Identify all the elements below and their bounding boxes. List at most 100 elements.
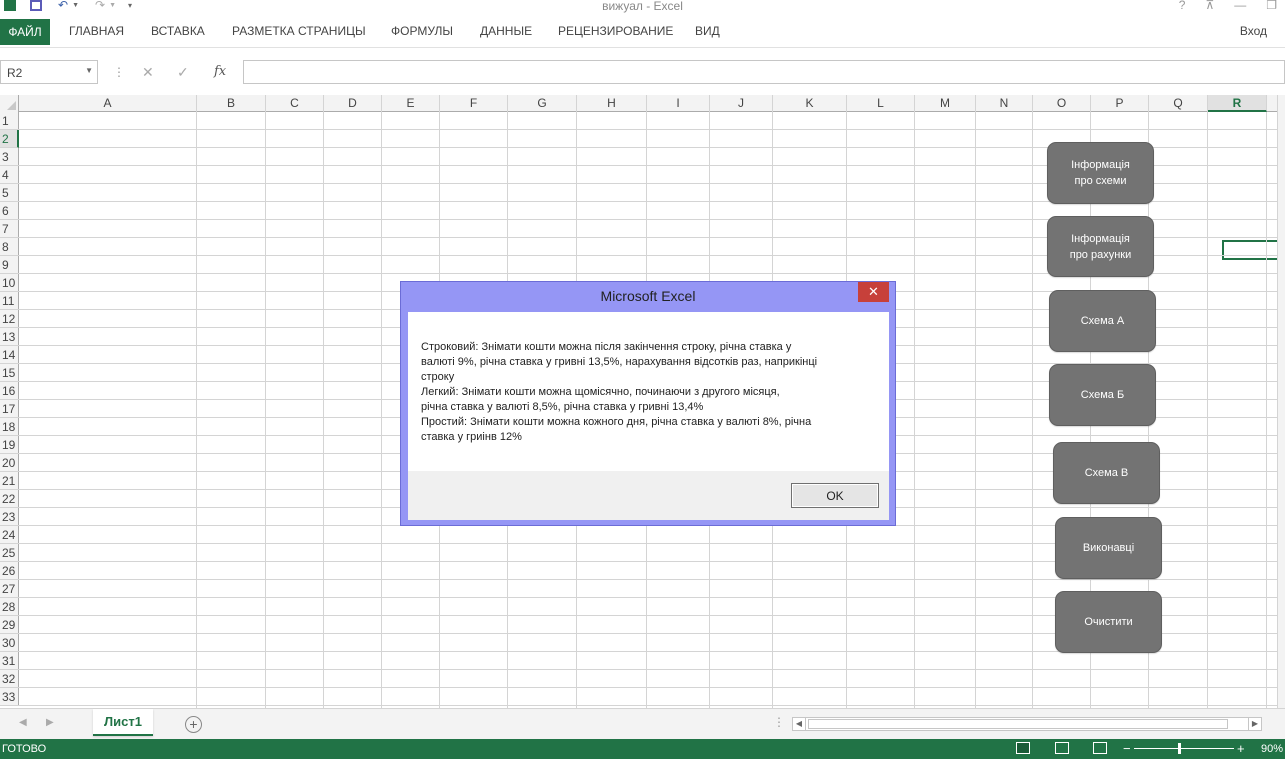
scheme-v-button[interactable]: Схема В bbox=[1053, 442, 1160, 504]
column-header[interactable]: F bbox=[440, 95, 508, 112]
row-header[interactable]: 5 bbox=[0, 184, 19, 202]
add-sheet-icon[interactable]: + bbox=[185, 716, 202, 733]
row-header[interactable]: 17 bbox=[0, 400, 19, 418]
tab-review[interactable]: РЕЦЕНЗИРОВАНИЕ bbox=[558, 24, 673, 38]
row-header[interactable]: 4 bbox=[0, 166, 19, 184]
page-layout-view-icon[interactable] bbox=[1055, 742, 1069, 754]
minimize-icon[interactable]: — bbox=[1234, 0, 1246, 12]
zoom-slider-track[interactable] bbox=[1134, 748, 1234, 749]
row-header[interactable]: 7 bbox=[0, 220, 19, 238]
column-header[interactable]: M bbox=[915, 95, 976, 112]
scroll-left-icon[interactable]: ◀ bbox=[793, 718, 806, 730]
row-header[interactable]: 24 bbox=[0, 526, 19, 544]
row-header[interactable]: 29 bbox=[0, 616, 19, 634]
selected-cell[interactable] bbox=[1222, 240, 1285, 262]
horizontal-scrollbar[interactable]: ◀ ▶ bbox=[792, 717, 1262, 731]
row-header[interactable]: 15 bbox=[0, 364, 19, 382]
tab-view[interactable]: ВИД bbox=[695, 24, 720, 38]
column-header[interactable]: B bbox=[197, 95, 266, 112]
row-header[interactable]: 32 bbox=[0, 670, 19, 688]
close-icon[interactable]: ✕ bbox=[858, 282, 889, 302]
column-header[interactable]: N bbox=[976, 95, 1033, 112]
accounts-info-button[interactable]: Інформація про рахунки bbox=[1047, 216, 1154, 277]
row-header[interactable]: 10 bbox=[0, 274, 19, 292]
schemes-info-button[interactable]: Інформація про схеми bbox=[1047, 142, 1154, 204]
clear-button[interactable]: Очистити bbox=[1055, 591, 1162, 653]
scheme-b-button[interactable]: Схема Б bbox=[1049, 364, 1156, 426]
row-header[interactable]: 28 bbox=[0, 598, 19, 616]
row-header[interactable]: 30 bbox=[0, 634, 19, 652]
column-header[interactable]: J bbox=[710, 95, 773, 112]
normal-view-icon[interactable] bbox=[1016, 742, 1030, 754]
column-header[interactable]: R bbox=[1208, 95, 1267, 112]
row-header[interactable]: 16 bbox=[0, 382, 19, 400]
row-header[interactable]: 23 bbox=[0, 508, 19, 526]
column-header[interactable]: G bbox=[508, 95, 577, 112]
sign-in-link[interactable]: Вход bbox=[1240, 24, 1267, 38]
name-box[interactable]: R2 ▼ bbox=[0, 60, 98, 84]
row-header[interactable]: 27 bbox=[0, 580, 19, 598]
tab-page-layout[interactable]: РАЗМЕТКА СТРАНИЦЫ bbox=[232, 24, 366, 38]
row-header[interactable]: 14 bbox=[0, 346, 19, 364]
column-header[interactable]: H bbox=[577, 95, 647, 112]
tab-file[interactable]: ФАЙЛ bbox=[0, 19, 50, 45]
row-header[interactable]: 2 bbox=[0, 130, 19, 148]
row-header[interactable]: 13 bbox=[0, 328, 19, 346]
row-header[interactable]: 19 bbox=[0, 436, 19, 454]
column-header[interactable]: Q bbox=[1149, 95, 1208, 112]
column-header[interactable]: K bbox=[773, 95, 847, 112]
zoom-in-icon[interactable]: + bbox=[1237, 741, 1245, 756]
vertical-scrollbar[interactable] bbox=[1277, 95, 1285, 708]
cancel-icon[interactable]: ✕ bbox=[142, 64, 154, 81]
row-header[interactable]: 1 bbox=[0, 112, 19, 130]
tab-data[interactable]: ДАННЫЕ bbox=[480, 24, 532, 38]
row-header[interactable]: 3 bbox=[0, 148, 19, 166]
prev-sheet-icon[interactable]: ◀ bbox=[19, 717, 27, 728]
chevron-down-icon[interactable]: ▼ bbox=[85, 66, 93, 75]
column-header[interactable]: O bbox=[1033, 95, 1091, 112]
zoom-slider-thumb[interactable] bbox=[1178, 743, 1181, 754]
column-header[interactable]: P bbox=[1091, 95, 1149, 112]
tab-home[interactable]: ГЛАВНАЯ bbox=[69, 24, 124, 38]
row-header[interactable]: 26 bbox=[0, 562, 19, 580]
tab-insert[interactable]: ВСТАВКА bbox=[151, 24, 205, 38]
zoom-out-icon[interactable]: − bbox=[1123, 741, 1131, 756]
enter-icon[interactable]: ✓ bbox=[177, 64, 189, 81]
column-header[interactable]: C bbox=[266, 95, 324, 112]
row-header[interactable]: 21 bbox=[0, 472, 19, 490]
row-header[interactable]: 18 bbox=[0, 418, 19, 436]
scroll-thumb[interactable] bbox=[808, 719, 1228, 729]
ok-button[interactable]: OK bbox=[791, 483, 879, 508]
performers-button[interactable]: Виконавці bbox=[1055, 517, 1162, 579]
tab-formulas[interactable]: ФОРМУЛЫ bbox=[391, 24, 453, 38]
row-header[interactable]: 8 bbox=[0, 238, 19, 256]
ribbon-tabs: ФАЙЛ ГЛАВНАЯ ВСТАВКА РАЗМЕТКА СТРАНИЦЫ Ф… bbox=[0, 14, 1285, 48]
splitter-grip-icon[interactable]: ⋮ bbox=[773, 715, 785, 729]
formula-input[interactable] bbox=[243, 60, 1285, 84]
insert-function-icon[interactable]: fx bbox=[214, 64, 226, 79]
column-header[interactable]: A bbox=[19, 95, 197, 112]
row-header[interactable]: 33 bbox=[0, 688, 19, 706]
column-header[interactable]: D bbox=[324, 95, 382, 112]
row-header[interactable]: 9 bbox=[0, 256, 19, 274]
select-all-button[interactable] bbox=[0, 95, 19, 112]
column-header[interactable]: E bbox=[382, 95, 440, 112]
page-break-view-icon[interactable] bbox=[1093, 742, 1107, 754]
scheme-a-button[interactable]: Схема А bbox=[1049, 290, 1156, 352]
column-header[interactable]: I bbox=[647, 95, 710, 112]
sheet-tab-active[interactable]: Лист1 bbox=[93, 709, 153, 736]
row-header[interactable]: 20 bbox=[0, 454, 19, 472]
scroll-right-icon[interactable]: ▶ bbox=[1248, 718, 1261, 730]
row-header[interactable]: 6 bbox=[0, 202, 19, 220]
column-header[interactable]: L bbox=[847, 95, 915, 112]
row-header[interactable]: 31 bbox=[0, 652, 19, 670]
help-icon[interactable]: ? bbox=[1179, 0, 1186, 12]
zoom-level[interactable]: 90% bbox=[1261, 743, 1283, 755]
row-header[interactable]: 11 bbox=[0, 292, 19, 310]
row-header[interactable]: 12 bbox=[0, 310, 19, 328]
restore-icon[interactable]: ❐ bbox=[1266, 0, 1277, 12]
row-header[interactable]: 22 bbox=[0, 490, 19, 508]
next-sheet-icon[interactable]: ▶ bbox=[46, 717, 54, 728]
ribbon-display-options-icon[interactable]: ⊼ bbox=[1205, 0, 1214, 12]
row-header[interactable]: 25 bbox=[0, 544, 19, 562]
